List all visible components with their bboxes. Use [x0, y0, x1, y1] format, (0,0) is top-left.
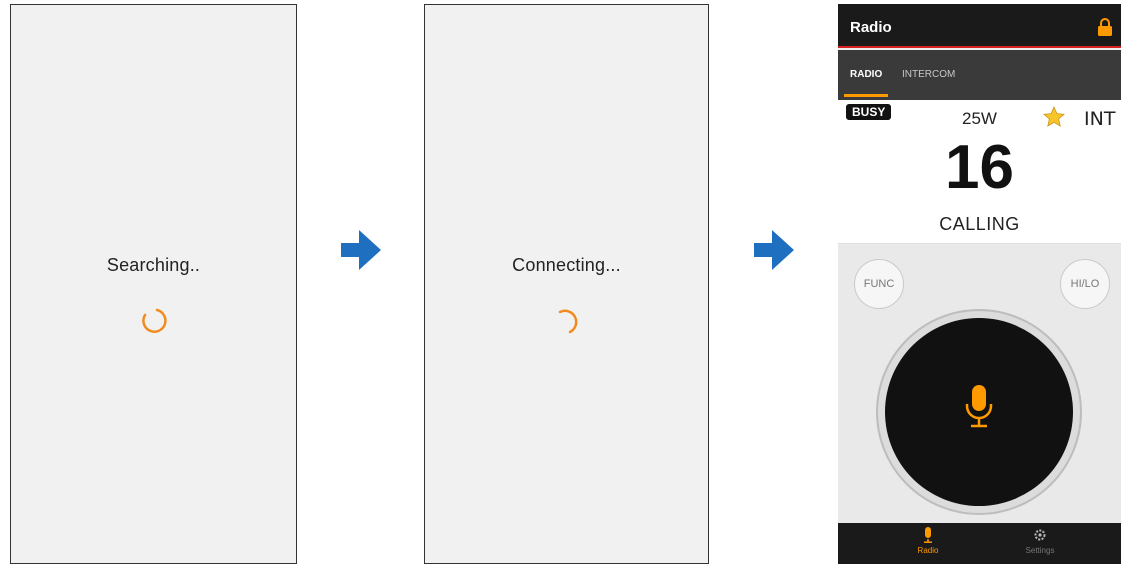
ptt-ring [876, 309, 1082, 515]
lock-icon[interactable] [1097, 18, 1113, 36]
searching-screen: Searching.. [10, 4, 297, 564]
connecting-text: Connecting... [512, 255, 621, 275]
power-level: 25W [962, 109, 997, 128]
channel-number: 16 [945, 133, 1014, 202]
bottom-nav: Radio Settings [838, 523, 1121, 564]
app-title: Radio [850, 19, 892, 36]
microphone-icon [965, 385, 993, 428]
call-status: CALLING [939, 214, 1020, 234]
tab-bar: RADIO INTERCOM [838, 50, 1121, 100]
active-tab-indicator [844, 94, 888, 97]
searching-text: Searching.. [106, 255, 201, 275]
radio-screen: Radio RADIO INTERCOM BUSY 25W INT 16 CAL… [838, 4, 1121, 564]
controls-area: FUNC HI/LO [838, 245, 1121, 523]
channel-info-panel: BUSY 25W INT 16 CALLING [838, 100, 1121, 244]
hi-lo-button[interactable]: HI/LO [1060, 259, 1110, 309]
arrow-right-icon [341, 230, 381, 270]
nav-label-settings: Settings [1025, 546, 1055, 555]
tab-radio[interactable]: RADIO [850, 69, 882, 80]
loading-spinner-icon [141, 308, 167, 333]
connecting-screen: Connecting... [424, 4, 709, 564]
tab-intercom[interactable]: INTERCOM [902, 69, 955, 80]
arrow-right-icon [754, 230, 794, 270]
nav-item-radio[interactable]: Radio [878, 527, 978, 555]
star-icon[interactable] [1042, 105, 1066, 129]
func-button[interactable]: FUNC [854, 259, 904, 309]
nav-label-radio: Radio [917, 546, 939, 555]
microphone-icon [924, 527, 932, 543]
busy-badge: BUSY [846, 104, 892, 120]
channel-mode: INT [1084, 108, 1116, 130]
loading-spinner-icon [558, 309, 577, 334]
nav-item-settings[interactable]: Settings [990, 527, 1090, 555]
push-to-talk-button[interactable] [885, 318, 1073, 506]
gear-icon [1034, 529, 1046, 541]
app-header: Radio [838, 4, 1121, 48]
